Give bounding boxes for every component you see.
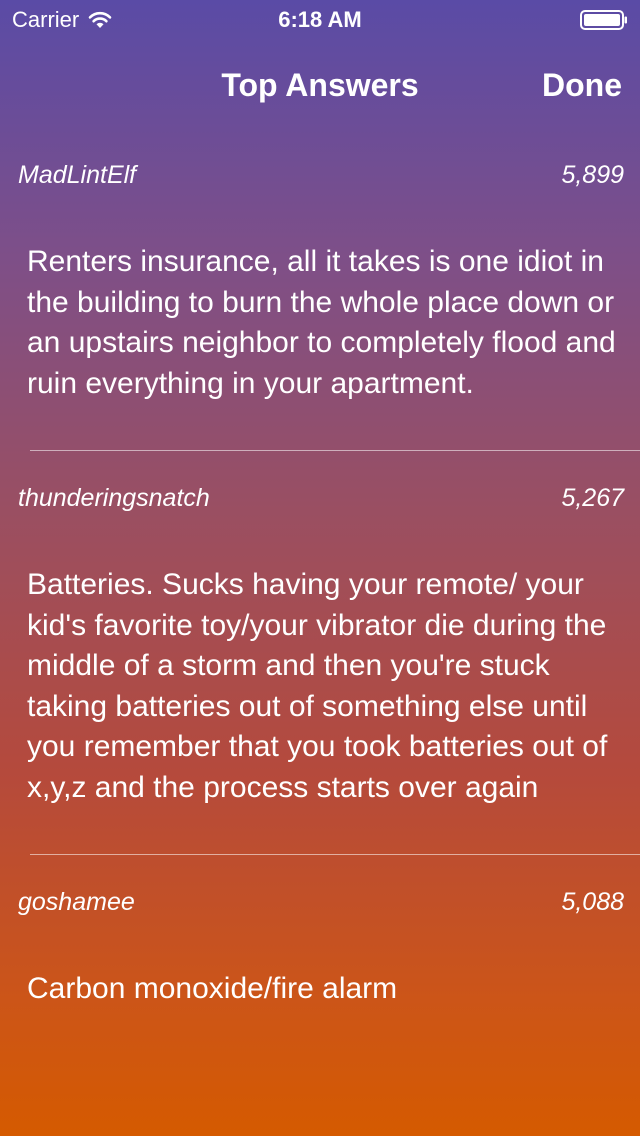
answer-item[interactable]: MadLintElf 5,899 Renters insurance, all …: [0, 128, 640, 451]
answer-text: Batteries. Sucks having your remote/ you…: [27, 568, 608, 804]
answer-header: MadLintElf 5,899: [0, 128, 640, 189]
battery-icon: [580, 10, 627, 30]
answer-header: thunderingsnatch 5,267: [0, 451, 640, 512]
status-bar: Carrier 6:18 AM: [0, 0, 640, 40]
answer-item[interactable]: thunderingsnatch 5,267 Batteries. Sucks …: [0, 451, 640, 855]
answer-text: Renters insurance, all it takes is one i…: [27, 245, 616, 400]
clock: 6:18 AM: [278, 7, 362, 32]
answers-list: MadLintElf 5,899 Renters insurance, all …: [0, 128, 640, 1056]
answer-item[interactable]: goshamee 5,088 Carbon monoxide/fire alar…: [0, 855, 640, 1056]
navigation-bar: Top Answers Done: [0, 40, 640, 128]
answer-header: goshamee 5,088: [0, 855, 640, 916]
answer-score: 5,267: [561, 484, 624, 512]
answer-author: thunderingsnatch: [18, 484, 210, 512]
answer-score: 5,899: [561, 161, 624, 189]
answer-author: MadLintElf: [18, 161, 137, 189]
done-button[interactable]: Done: [542, 66, 622, 104]
answer-author: goshamee: [18, 888, 135, 916]
answer-score: 5,088: [561, 888, 624, 916]
answer-text: Carbon monoxide/fire alarm: [27, 972, 398, 1005]
